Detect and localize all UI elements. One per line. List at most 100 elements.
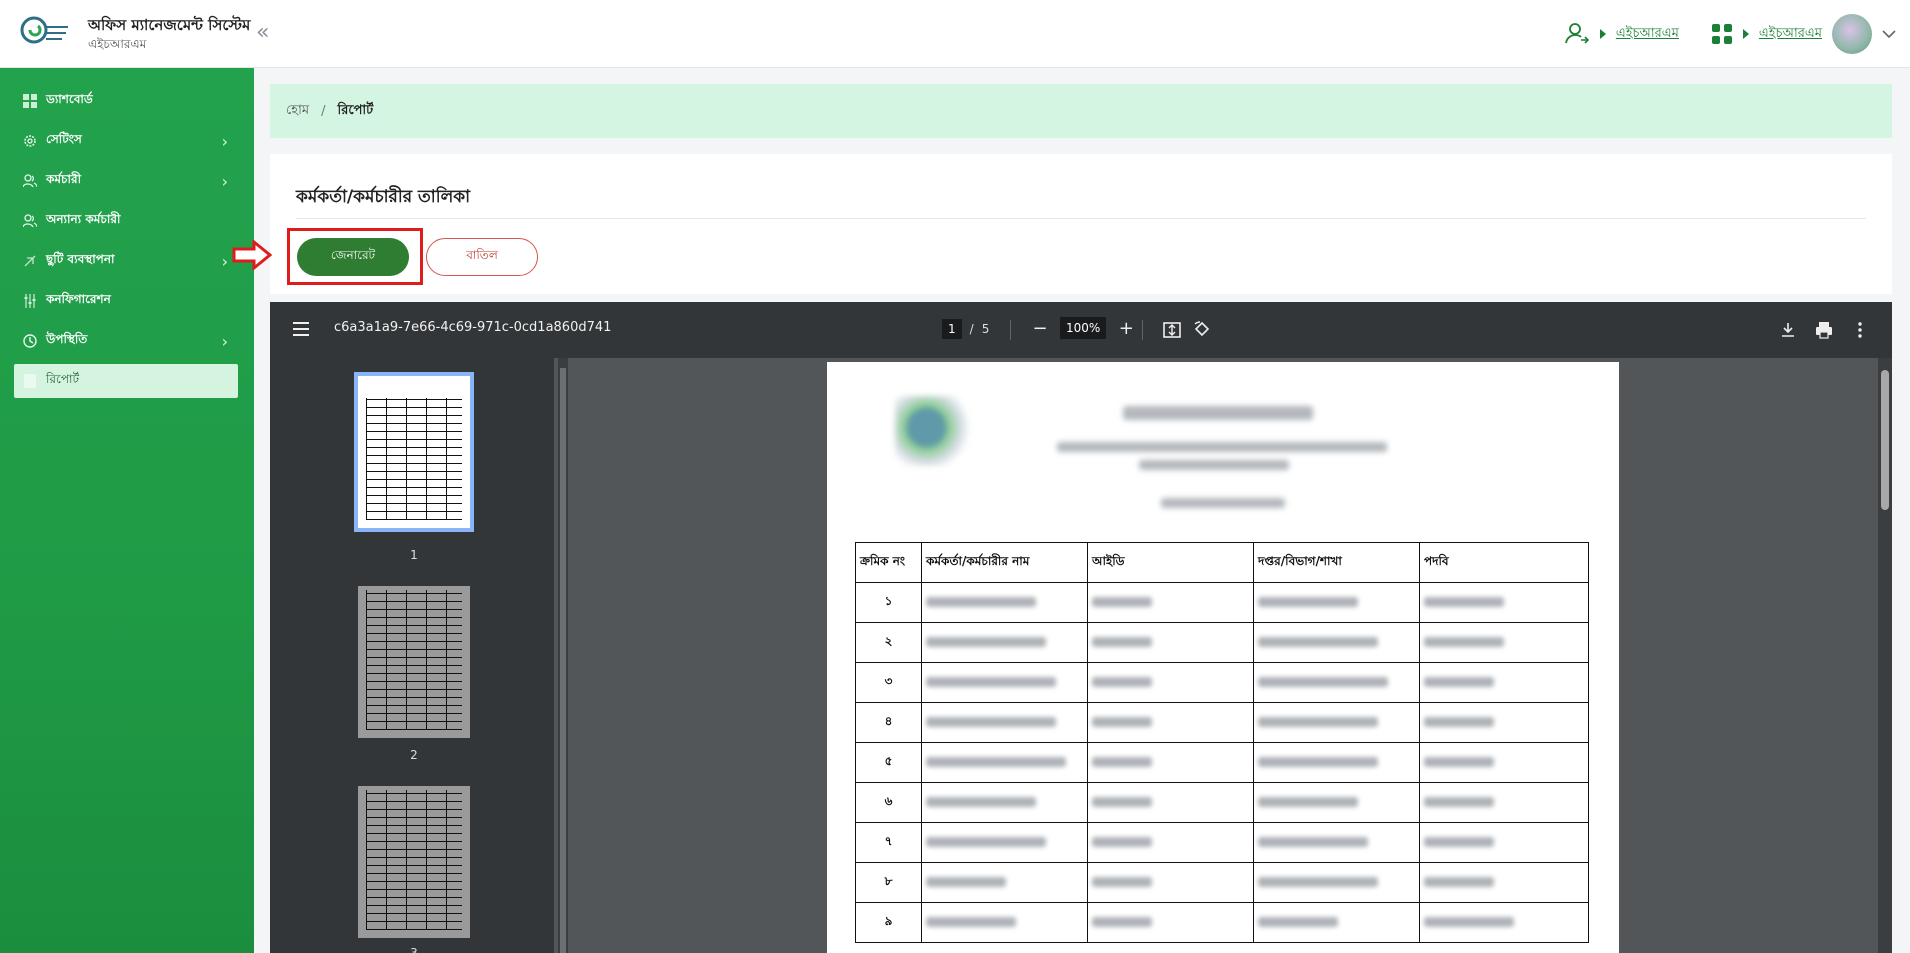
redacted-cell	[1253, 662, 1420, 703]
more-options-icon[interactable]	[1850, 320, 1870, 340]
sidebar-item-label: কর্মচারী	[46, 172, 82, 186]
redacted-cell	[1253, 742, 1420, 783]
zoom-controls: − 100% +	[1030, 317, 1136, 339]
redacted-cell	[921, 702, 1088, 743]
annotation-arrow-icon	[232, 240, 272, 270]
sidebar-item-report[interactable]: রিপোর্ট	[14, 364, 238, 398]
divider	[296, 218, 1866, 219]
apps-grid-icon[interactable]	[1711, 23, 1733, 45]
sidebar-item-dashboard[interactable]: ড্যাশবোর্ড	[14, 84, 238, 118]
sidebar-item-label: ড্যাশবোর্ড	[46, 92, 93, 106]
redacted-cell	[1087, 782, 1254, 823]
company-logo	[20, 16, 68, 44]
page-number-input[interactable]: 1	[942, 319, 962, 339]
redacted-cell	[1419, 862, 1589, 903]
redacted-cell	[921, 742, 1088, 783]
document-logo	[895, 396, 985, 466]
report-icon	[22, 373, 38, 389]
serial-cell: ৭	[855, 822, 922, 863]
page-thumbnail[interactable]	[358, 586, 470, 738]
sidebar-item-configuration[interactable]: কনফিগারেশন	[14, 284, 238, 318]
sidebar-item-settings[interactable]: সেটিংস ›	[14, 124, 238, 158]
sidebar-item-attendance[interactable]: উপস্থিতি ›	[14, 324, 238, 358]
sidebar: ড্যাশবোর্ড সেটিংস › কর্মচারী › অন্যান্য …	[0, 68, 254, 953]
column-header: পদবি	[1419, 542, 1589, 583]
sidebar-item-other-employees[interactable]: অন্যান্য কর্মচারী	[14, 204, 238, 238]
redacted-cell	[1419, 742, 1589, 783]
caret-right-icon	[1742, 29, 1749, 39]
redacted-address	[1057, 442, 1387, 452]
page-thumbnail[interactable]	[354, 372, 474, 532]
zoom-input[interactable]: 100%	[1060, 317, 1107, 339]
redacted-cell	[921, 862, 1088, 903]
avatar[interactable]	[1832, 14, 1872, 54]
user-switch-icon[interactable]	[1564, 21, 1590, 47]
download-icon[interactable]	[1778, 320, 1798, 340]
document-scrollbar[interactable]	[1878, 358, 1892, 953]
chevron-right-icon: ›	[221, 131, 228, 151]
table-row: ১	[855, 582, 1589, 623]
page-thumbnail[interactable]	[358, 786, 470, 938]
table-header-row: ক্রমিক নং কর্মকর্তা/কর্মচারীর নাম আইডি দ…	[855, 542, 1589, 583]
generate-button[interactable]: জেনারেট	[297, 238, 409, 276]
redacted-cell	[1419, 582, 1589, 623]
serial-cell: ৪	[855, 702, 922, 743]
page-indicator: 1 / 5	[942, 319, 989, 339]
fit-page-icon[interactable]	[1162, 320, 1182, 340]
redacted-heading	[1123, 406, 1313, 420]
redacted-cell	[1087, 822, 1254, 863]
column-header: দপ্তর/বিভাগ/শাখা	[1253, 542, 1420, 583]
user-switch-link[interactable]: এইচআরএম	[1616, 24, 1679, 45]
rotate-icon[interactable]	[1192, 320, 1212, 340]
redacted-cell	[1087, 862, 1254, 903]
sidebar-item-leave-management[interactable]: ছুটি ব্যবস্থাপনা ›	[14, 244, 238, 278]
column-header: কর্মকর্তা/কর্মচারীর নাম	[921, 542, 1088, 583]
table-row: ৪	[855, 702, 1589, 743]
redacted-cell	[1419, 822, 1589, 863]
thumbnail-label: 3	[410, 946, 418, 953]
sidebar-item-employees[interactable]: কর্মচারী ›	[14, 164, 238, 198]
sidebar-item-label: উপস্থিতি	[46, 332, 88, 346]
page-title: কর্মকর্তা/কর্মচারীর তালিকা	[296, 187, 471, 207]
sidebar-item-label: সেটিংস	[46, 132, 82, 146]
users-icon	[22, 213, 38, 229]
zoom-in-icon[interactable]: +	[1116, 318, 1136, 339]
page-separator: /	[969, 322, 974, 336]
print-icon[interactable]	[1814, 320, 1834, 340]
redacted-cell	[1253, 622, 1420, 663]
serial-cell: ১	[855, 582, 922, 623]
redacted-cell	[921, 662, 1088, 703]
sliders-icon	[22, 293, 38, 309]
menu-icon[interactable]	[292, 320, 310, 338]
chevron-down-icon[interactable]	[1882, 29, 1896, 39]
sidebar-item-label: ছুটি ব্যবস্থাপনা	[46, 252, 115, 266]
toolbar-divider	[1010, 320, 1011, 340]
redacted-cell	[1419, 902, 1589, 943]
redacted-cell	[921, 582, 1088, 623]
total-pages: 5	[981, 322, 990, 336]
redacted-cell	[1419, 702, 1589, 743]
redacted-cell	[1087, 702, 1254, 743]
thumbnail-scrollbar[interactable]	[558, 358, 568, 953]
column-header: আইডি	[1087, 542, 1254, 583]
breadcrumb-home[interactable]: হোম	[286, 101, 309, 122]
redacted-cell	[1419, 782, 1589, 823]
redacted-cell	[1087, 622, 1254, 663]
redacted-cell	[1253, 782, 1420, 823]
redacted-cell	[1253, 822, 1420, 863]
app-subtitle: এইচআরএম	[88, 37, 147, 51]
cancel-button[interactable]: বাতিল	[426, 238, 538, 276]
sidebar-item-label: রিপোর্ট	[46, 372, 80, 386]
header-actions: এইচআরএম এইচআরএম	[1564, 14, 1896, 54]
table-row: ৮	[855, 862, 1589, 903]
sidebar-item-label: অন্যান্য কর্মচারী	[46, 212, 121, 226]
pdf-toolbar: c6a3a1a9-7e66-4c69-971c-0cd1a860d741 1 /…	[270, 302, 1892, 358]
sidebar-collapse-icon[interactable]: «	[256, 20, 269, 45]
caret-right-icon	[1599, 29, 1606, 39]
column-header: ক্রমিক নং	[855, 542, 922, 583]
serial-cell: ৫	[855, 742, 922, 783]
redacted-cell	[1087, 902, 1254, 943]
apps-link[interactable]: এইচআরএম	[1759, 24, 1822, 45]
table-row: ৫	[855, 742, 1589, 783]
zoom-out-icon[interactable]: −	[1030, 318, 1050, 339]
